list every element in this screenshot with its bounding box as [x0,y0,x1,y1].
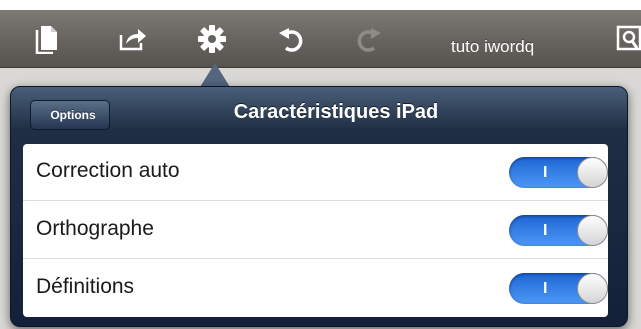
documents-icon[interactable] [30,22,64,56]
switch-knob [577,273,608,304]
switch-knob [577,157,608,188]
setting-row-correction-auto: Correction auto I [23,144,608,201]
setting-label: Correction auto [36,159,180,182]
back-button-label: Options [50,108,96,122]
switch-on-text: I [543,164,548,181]
setting-row-definitions: Définitions I [23,260,608,317]
switch-knob [577,215,608,246]
undo-icon[interactable] [274,22,308,56]
preview-icon[interactable] [612,22,641,56]
popover-arrow [200,63,230,87]
switch-on-text: I [543,280,548,297]
orthographe-switch[interactable]: I [509,215,608,246]
top-frame [0,0,641,10]
popover-title: Caractéristiques iPad [233,101,439,123]
switch-on-text: I [543,222,548,239]
definitions-switch[interactable]: I [509,273,608,304]
gear-icon[interactable] [195,22,229,56]
document-title[interactable]: tuto iwordq [451,37,534,57]
redo-icon[interactable] [352,22,386,56]
setting-label: Orthographe [36,217,154,240]
correction-auto-switch[interactable]: I [509,157,608,188]
setting-row-orthographe: Orthographe I [23,202,608,259]
app-toolbar: tuto iwordq [0,10,641,68]
share-icon[interactable] [116,22,150,56]
setting-label: Définitions [36,275,135,298]
settings-popover: Options Caractéristiques iPad Correction… [10,86,628,327]
settings-list: Correction auto I Orthographe I Définiti… [23,144,608,317]
